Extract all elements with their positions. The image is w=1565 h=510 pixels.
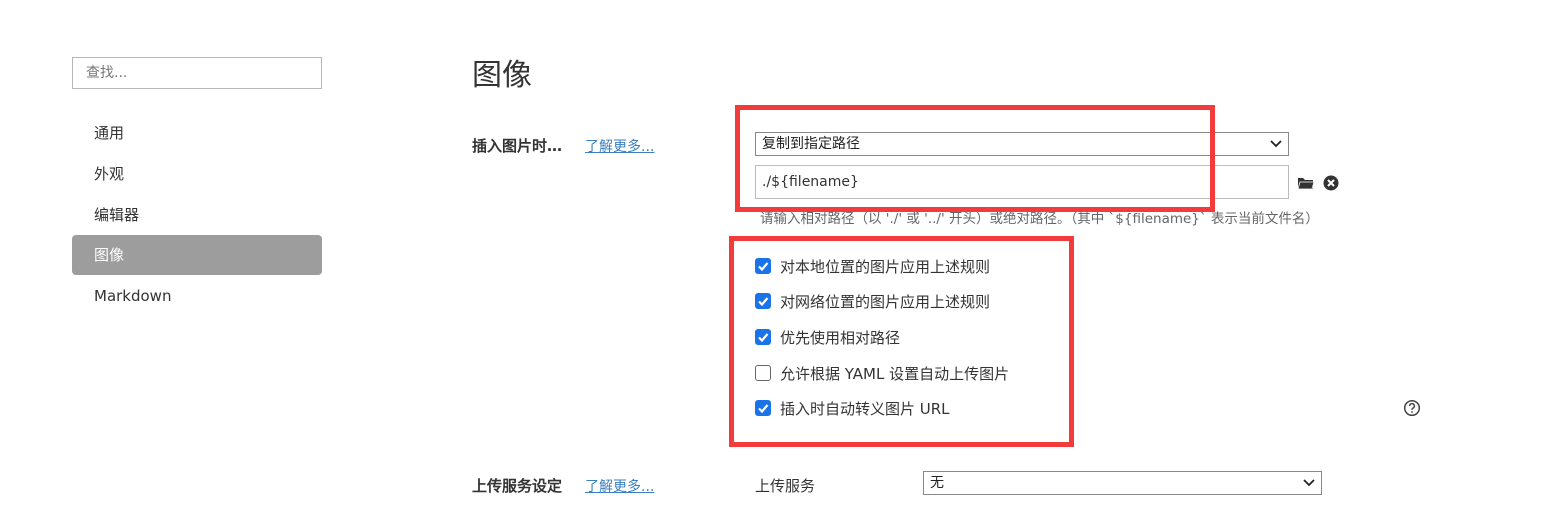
checkbox-label: 对网络位置的图片应用上述规则	[780, 292, 991, 311]
sidebar-item-general[interactable]: 通用	[72, 113, 322, 153]
sidebar-item-appearance[interactable]: 外观	[72, 154, 322, 194]
insert-action-value: 复制到指定路径	[762, 136, 860, 152]
check-icon	[758, 404, 769, 414]
check-icon	[758, 333, 769, 343]
checkbox[interactable]	[755, 258, 771, 274]
checkbox[interactable]	[755, 329, 771, 345]
upload-service-select[interactable]: 无	[923, 471, 1322, 495]
check-icon	[758, 262, 769, 272]
sidebar-item-image[interactable]: 图像	[72, 235, 322, 275]
checkbox[interactable]	[755, 365, 771, 381]
chevron-down-icon	[1270, 140, 1282, 148]
clear-icon[interactable]	[1322, 174, 1340, 192]
checkbox-label: 对本地位置的图片应用上述规则	[780, 257, 991, 276]
page-title: 图像	[472, 58, 532, 93]
learn-more-link[interactable]: 了解更多...	[585, 136, 654, 156]
insert-image-label: 插入图片时…	[472, 137, 563, 155]
sidebar-item-markdown[interactable]: Markdown	[72, 276, 322, 316]
path-hint: 请输入相对路径（以 './' 或 '../' 开头）或绝对路径。（其中 `${f…	[760, 211, 1319, 227]
help-icon[interactable]	[1403, 399, 1421, 417]
upload-service-value: 无	[930, 475, 944, 491]
chevron-down-icon	[1303, 479, 1315, 487]
checkbox-relative-path[interactable]: 优先使用相对路径	[755, 327, 900, 347]
sidebar-item-editor[interactable]: 编辑器	[72, 195, 322, 235]
folder-icon[interactable]	[1297, 174, 1315, 192]
check-icon	[758, 297, 769, 307]
insert-action-select[interactable]: 复制到指定路径	[755, 132, 1289, 156]
checkbox-label: 优先使用相对路径	[780, 328, 901, 347]
sidebar: 查找... 通用 外观 编辑器 图像 Markdown	[0, 0, 400, 510]
checkbox[interactable]	[755, 400, 771, 416]
upload-service-label: 上传服务	[755, 477, 816, 495]
checkbox-yaml-upload[interactable]: 允许根据 YAML 设置自动上传图片	[755, 363, 1009, 383]
checkbox-label: 插入时自动转义图片 URL	[780, 399, 950, 418]
checkbox-local-images[interactable]: 对本地位置的图片应用上述规则	[755, 256, 990, 276]
checkbox-escape-url[interactable]: 插入时自动转义图片 URL	[755, 398, 950, 418]
checkbox-label: 允许根据 YAML 设置自动上传图片	[780, 364, 1010, 383]
image-path-input[interactable]: ./${filename}	[755, 165, 1289, 199]
upload-service-settings-label: 上传服务设定	[472, 477, 563, 495]
checkbox-network-images[interactable]: 对网络位置的图片应用上述规则	[755, 291, 990, 311]
upload-learn-more-link[interactable]: 了解更多...	[585, 476, 654, 496]
search-input[interactable]: 查找...	[72, 57, 322, 89]
checkbox[interactable]	[755, 293, 771, 309]
